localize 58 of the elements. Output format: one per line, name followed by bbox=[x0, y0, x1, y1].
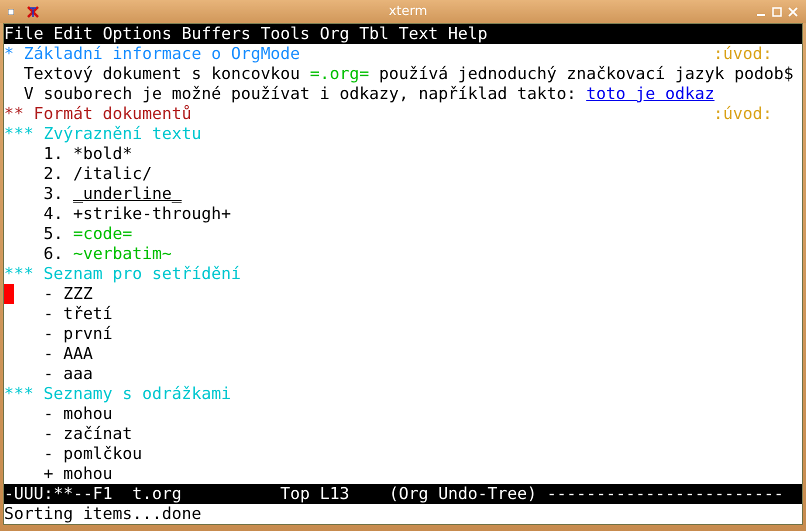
menu-item[interactable]: File bbox=[4, 24, 44, 44]
list-text: mohou bbox=[63, 404, 113, 424]
list-marker: + bbox=[43, 464, 54, 484]
list-marker: - bbox=[43, 444, 54, 464]
list-marker: 1. bbox=[43, 144, 64, 164]
code-text: =code= bbox=[73, 224, 132, 244]
list-text: ZZZ bbox=[63, 284, 93, 304]
list-marker: 6. bbox=[43, 244, 64, 264]
window-menu-icon[interactable] bbox=[8, 8, 14, 14]
heading-text: ** Formát dokumentů bbox=[4, 104, 192, 124]
list-marker: 5. bbox=[43, 224, 64, 244]
list-marker: - bbox=[43, 404, 54, 424]
list-text: *bold* bbox=[73, 144, 132, 164]
menu-item[interactable]: Buffers bbox=[182, 24, 251, 44]
list-marker: 3. bbox=[43, 184, 64, 204]
body-text: Textový dokument s koncovkou bbox=[24, 64, 300, 84]
window-title: xterm bbox=[388, 4, 428, 19]
echo-message: Sorting items...done bbox=[4, 504, 202, 523]
terminal-app-icon bbox=[26, 4, 40, 18]
list-text: první bbox=[63, 324, 113, 344]
list-marker: - bbox=[43, 324, 54, 344]
list-text: začínat bbox=[63, 424, 132, 444]
list-text: pomlčkou bbox=[63, 444, 142, 464]
body-text: V souborech je možné používat i odkazy, například takto: bbox=[24, 84, 576, 104]
menu-item[interactable]: Tools bbox=[260, 24, 310, 44]
list-marker: 2. bbox=[43, 164, 64, 184]
heading-text: * Základní informace o OrgMode bbox=[4, 44, 300, 64]
menu-item[interactable]: Org bbox=[320, 24, 350, 44]
heading-text: *** Seznamy s odrážkami bbox=[4, 384, 231, 404]
heading-text: *** Seznam pro setřídění bbox=[4, 264, 241, 284]
tag-text: :úvod: bbox=[713, 44, 772, 64]
list-marker: - bbox=[43, 304, 54, 324]
list-marker: - bbox=[43, 424, 54, 444]
heading-text: *** Zvýraznění textu bbox=[4, 124, 202, 144]
code-text: ~verbatim~ bbox=[73, 244, 172, 264]
body-text: používá jednoduchý značkovací jazyk podob$ bbox=[378, 64, 794, 84]
list-marker: - bbox=[43, 364, 54, 384]
menu-item[interactable]: Text bbox=[398, 24, 438, 44]
list-marker: - bbox=[43, 284, 54, 304]
close-icon[interactable] bbox=[788, 6, 798, 16]
list-text: _underline_ bbox=[73, 184, 182, 204]
menu-item[interactable]: Edit bbox=[53, 24, 93, 44]
list-text: AAA bbox=[63, 344, 93, 364]
code-text: =.org= bbox=[310, 64, 370, 84]
mode-line-text: -UUU:**--F1 t.org Top L13 (Org Undo-Tree) ------------------------ bbox=[4, 484, 784, 503]
list-text: aaa bbox=[63, 364, 93, 384]
maximize-icon[interactable] bbox=[772, 6, 782, 16]
menu-item[interactable]: Options bbox=[102, 24, 172, 44]
list-text: mohou bbox=[63, 464, 113, 484]
menu-item[interactable]: Help bbox=[448, 24, 488, 44]
list-marker: 4. bbox=[43, 204, 64, 224]
tag-text: :úvod: bbox=[713, 104, 772, 124]
menu-item[interactable]: Tbl bbox=[359, 24, 389, 44]
list-text: třetí bbox=[63, 304, 113, 324]
list-text: /italic/ bbox=[73, 164, 152, 184]
list-text: +strike-through+ bbox=[73, 204, 231, 224]
list-marker: - bbox=[43, 344, 54, 364]
link[interactable]: toto je odkaz bbox=[586, 84, 714, 104]
